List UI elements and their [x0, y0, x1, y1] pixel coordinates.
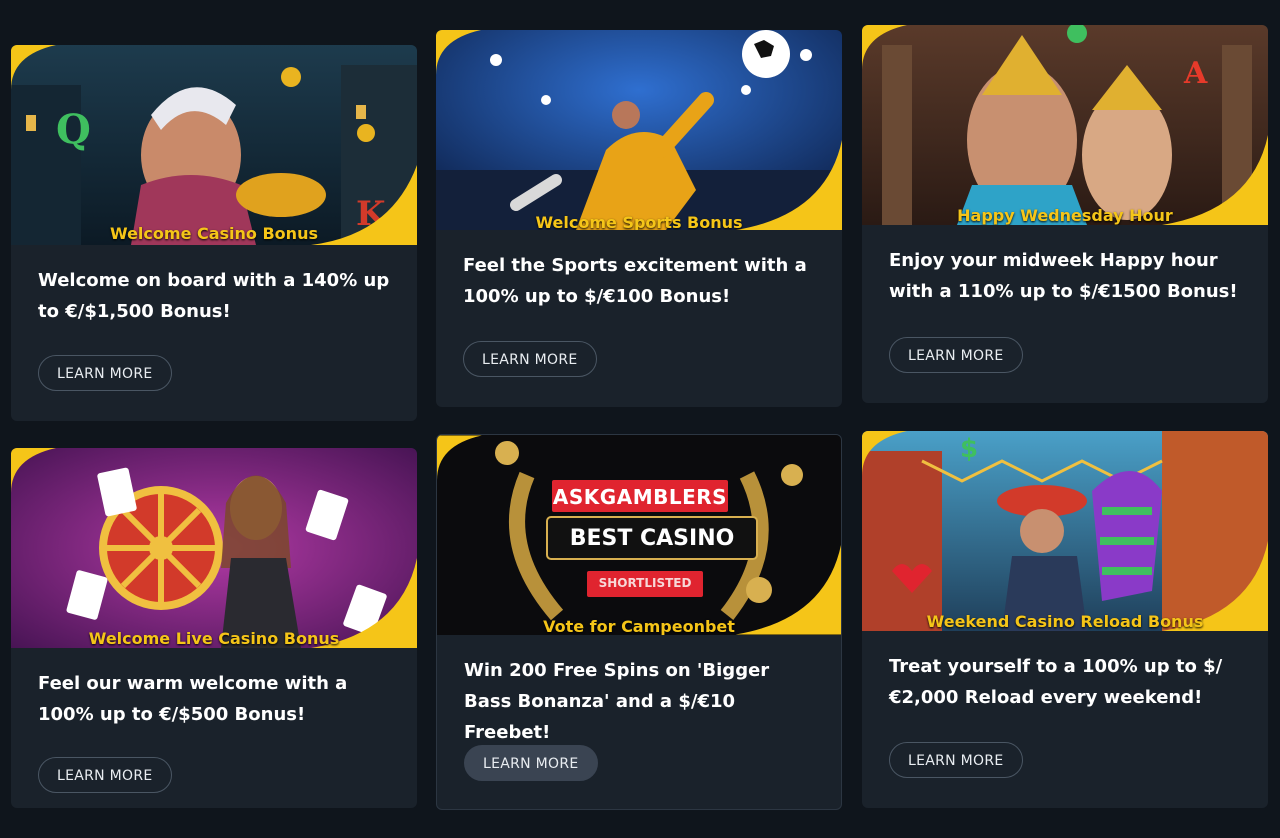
promo-caption: Welcome Live Casino Bonus: [88, 629, 340, 648]
learn-more-button[interactable]: LEARN MORE: [38, 355, 172, 391]
promo-description: Feel the Sports excitement with a 100% u…: [463, 255, 807, 307]
learn-more-button[interactable]: LEARN MORE: [889, 337, 1023, 373]
promo-description: Win 200 Free Spins on 'Bigger Bass Bonan…: [464, 660, 770, 743]
learn-more-button[interactable]: LEARN MORE: [464, 745, 598, 781]
promo-card-vote-campeonbet: ASKGAMBLERS BEST CASINO SHORTLISTED Vote…: [436, 434, 842, 810]
learn-more-button[interactable]: LEARN MORE: [463, 341, 597, 377]
promo-caption: Welcome Casino Bonus: [110, 224, 318, 243]
promo-description: Welcome on board with a 140% up to €/$1,…: [38, 270, 390, 322]
promo-caption: Weekend Casino Reload Bonus: [926, 612, 1204, 631]
banner-corner-decoration: [862, 431, 1268, 631]
promo-card-welcome-sports: Welcome Sports Bonus Feel the Sports exc…: [436, 30, 842, 407]
promo-banner: $ Weekend Casino Reload Bonus: [862, 431, 1268, 631]
banner-corner-decoration: [11, 45, 417, 245]
promo-card-happy-wednesday: A Happy Wednesday Hour Enjoy your midwee…: [862, 25, 1268, 403]
learn-more-button[interactable]: LEARN MORE: [889, 742, 1023, 778]
promo-card-welcome-casino: Q K Welcome Casino Bonus Welcome on boar…: [11, 45, 417, 421]
promo-card-welcome-live-casino: Welcome Live Casino Bonus Feel our warm …: [11, 448, 417, 808]
banner-corner-decoration: [11, 448, 417, 648]
promo-description: Enjoy your midweek Happy hour with a 110…: [889, 250, 1238, 302]
promo-banner: Welcome Sports Bonus: [436, 30, 842, 230]
learn-more-button[interactable]: LEARN MORE: [38, 757, 172, 793]
promo-caption: Welcome Sports Bonus: [535, 213, 743, 230]
banner-corner-decoration: [862, 25, 1268, 225]
promo-description: Treat yourself to a 100% up to $/€2,000 …: [889, 656, 1223, 708]
banner-corner-decoration: [436, 30, 842, 230]
promo-card-weekend-reload: $ Weekend Casino Reload Bonus Treat your…: [862, 431, 1268, 808]
promo-banner: A Happy Wednesday Hour: [862, 25, 1268, 225]
promo-banner: Q K Welcome Casino Bonus: [11, 45, 417, 245]
promo-description: Feel our warm welcome with a 100% up to …: [38, 673, 348, 725]
promo-banner: ASKGAMBLERS BEST CASINO SHORTLISTED Vote…: [437, 435, 841, 635]
promo-caption: Vote for Campeonbet: [543, 617, 735, 635]
promo-banner: Welcome Live Casino Bonus: [11, 448, 417, 648]
banner-corner-decoration: [437, 435, 841, 635]
promo-caption: Happy Wednesday Hour: [957, 206, 1173, 225]
